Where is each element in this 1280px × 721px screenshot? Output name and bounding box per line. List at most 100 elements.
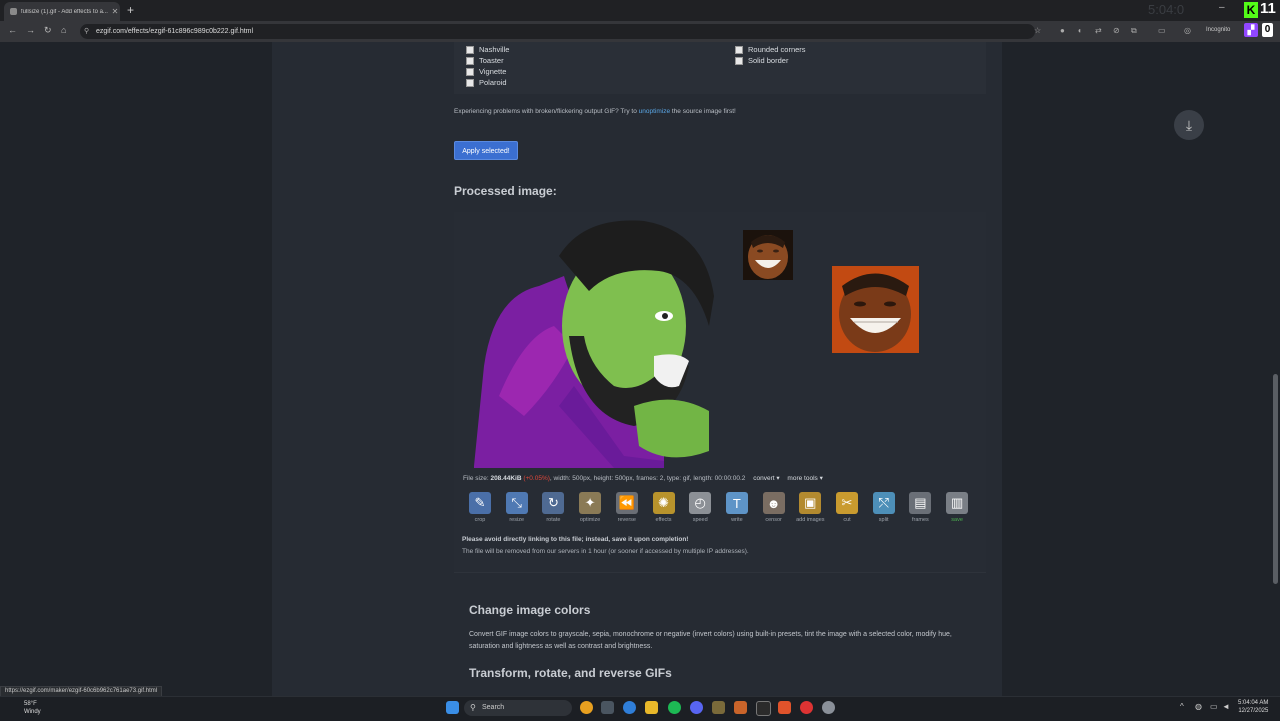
tool-save-button[interactable]: ▥ save [940, 492, 974, 523]
site-info-icon[interactable]: ⚲ [84, 24, 89, 39]
obs-icon[interactable] [800, 701, 813, 714]
extension-translate-icon[interactable]: ⇄ [1095, 26, 1102, 35]
speed-icon: ◴ [689, 492, 712, 514]
file-info: File size: 208.44KiB (+0.05%), width: 50… [463, 475, 823, 482]
app-icon[interactable] [712, 701, 725, 714]
tool-effects-button[interactable]: ✺ effects [647, 492, 681, 523]
download-icon[interactable]: ⤓ [1174, 110, 1204, 140]
tab-bar [0, 0, 1280, 21]
tool-label: crop [474, 517, 486, 523]
tool-add-images-button[interactable]: ▣ add images [793, 492, 827, 523]
tool-label: save [951, 517, 963, 523]
extension-audio-icon[interactable]: ◖ [1077, 26, 1082, 35]
scrollbar[interactable] [1272, 42, 1280, 696]
tool-label: cut [843, 517, 851, 523]
resize-icon: ⤡ [505, 492, 528, 514]
optimize-icon: ✦ [579, 492, 602, 514]
effect-option[interactable]: Rounded corners [735, 45, 806, 54]
kick-viewer-count: 11 [1260, 0, 1276, 17]
effect-option[interactable]: Vignette [466, 67, 506, 76]
checkbox[interactable] [466, 78, 474, 87]
tool-optimize-button[interactable]: ✦ optimize [573, 492, 607, 523]
terminal-icon[interactable] [756, 701, 771, 716]
forward-icon[interactable]: → [26, 25, 35, 35]
browser-tab[interactable]: fullsize (1).gif - Add effects to a... ✕ [4, 2, 120, 21]
checkbox[interactable] [466, 45, 474, 54]
reload-icon[interactable]: ↻ [44, 25, 52, 36]
extension-block-icon[interactable]: ⊘ [1113, 26, 1120, 35]
brave-icon[interactable] [778, 701, 791, 714]
url-field[interactable]: ⚲ ezgif.com/effects/ezgif-61c896c989c0b2… [80, 24, 1035, 39]
kick-logo-icon: K [1244, 2, 1258, 18]
mic-icon[interactable]: ◍ [1195, 702, 1202, 711]
tool-write-button[interactable]: Twrite [720, 492, 754, 523]
crop-icon: ✎ [469, 492, 491, 514]
checkbox[interactable] [466, 56, 474, 65]
task-view-icon[interactable] [601, 701, 614, 714]
spotify-icon[interactable] [668, 701, 681, 714]
checkbox[interactable] [735, 56, 743, 65]
effect-option[interactable]: Nashville [466, 45, 509, 54]
tool-resize-button[interactable]: ⤡ resize [500, 492, 534, 523]
effect-option[interactable]: Toaster [466, 56, 504, 65]
tool-label: frames [911, 517, 929, 523]
minimize-icon[interactable]: – [1219, 2, 1225, 13]
app-icon[interactable] [734, 701, 747, 714]
tool-split-button[interactable]: ⤲ split [867, 492, 901, 523]
more-tools-dropdown[interactable]: more tools ▾ [787, 475, 822, 482]
cast-icon[interactable]: ▭ [1158, 26, 1166, 35]
twitch-icon: ▞ [1244, 23, 1258, 37]
home-icon[interactable]: ⌂ [61, 25, 66, 35]
edge-icon[interactable] [623, 701, 636, 714]
extension-record-icon[interactable]: ● [1060, 26, 1065, 35]
effect-option[interactable]: Solid border [735, 56, 788, 65]
tool-frames-button[interactable]: ▤ frames [903, 492, 937, 523]
taskbar-clock[interactable]: 5:04:04 AM 12/27/2025 [1238, 699, 1268, 715]
start-icon[interactable] [446, 701, 459, 714]
page-viewport: Nashville Toaster Vignette Polaroid Roun… [0, 42, 1280, 696]
tool-reverse-button[interactable]: ⏪ reverse [610, 492, 644, 523]
file-size-value: 208.44KiB [490, 475, 522, 482]
volume-icon[interactable]: ◄ [1222, 702, 1230, 711]
tray-chevron-icon[interactable]: ^ [1180, 702, 1184, 711]
tool-label: reverse [617, 517, 636, 523]
effects-icon: ✺ [652, 492, 675, 514]
bookmark-star-icon[interactable]: ☆ [1034, 26, 1041, 35]
tool-label: optimize [579, 517, 601, 523]
scrollbar-thumb[interactable] [1273, 374, 1278, 584]
file-explorer-icon[interactable] [645, 701, 658, 714]
tool-rotate-button[interactable]: ↻ rotate [536, 492, 570, 523]
account-icon[interactable]: ◎ [1184, 26, 1191, 35]
checkbox[interactable] [735, 45, 743, 54]
chrome-icon[interactable] [580, 701, 593, 714]
display-icon[interactable]: ▭ [1210, 702, 1218, 711]
weather-widget[interactable]: 58°F Windy [10, 700, 41, 716]
convert-dropdown[interactable]: convert ▾ [753, 475, 779, 482]
apply-selected-button[interactable]: Apply selected! [454, 141, 518, 160]
file-expiry-notice: The file will be removed from our server… [462, 548, 749, 555]
tool-crop-button[interactable]: ✎ crop [463, 492, 497, 523]
tool-cut-button[interactable]: ✂ cut [830, 492, 864, 523]
discord-icon[interactable] [690, 701, 703, 714]
extensions-puzzle-icon[interactable]: ⧉ [1131, 26, 1137, 36]
incognito-label[interactable]: Incognito [1206, 27, 1230, 33]
checkbox[interactable] [466, 67, 474, 76]
change-colors-description: Convert GIF image colors to grayscale, s… [469, 631, 952, 650]
tool-label: add images [796, 517, 825, 523]
url-text: ezgif.com/effects/ezgif-61c896c989c0b222… [96, 28, 254, 35]
tool-speed-button[interactable]: ◴ speed [683, 492, 717, 523]
save-icon: ▥ [946, 492, 969, 514]
processed-image-heading: Processed image: [454, 184, 557, 198]
tab-close-icon[interactable]: ✕ [110, 7, 120, 16]
unoptimize-link[interactable]: unoptimize [639, 108, 670, 115]
weather-temp: 58°F [24, 701, 37, 707]
tool-label: speed [692, 517, 708, 523]
back-icon[interactable]: ← [8, 25, 17, 35]
taskbar-search[interactable]: ⚲ Search [464, 700, 572, 716]
frames-icon: ▤ [909, 492, 932, 514]
tool-label: write [731, 517, 743, 523]
new-tab-icon[interactable]: + [127, 3, 134, 17]
effect-option[interactable]: Polaroid [466, 78, 507, 87]
settings-icon[interactable] [822, 701, 835, 714]
tool-censor-button[interactable]: ☻ censor [757, 492, 791, 523]
